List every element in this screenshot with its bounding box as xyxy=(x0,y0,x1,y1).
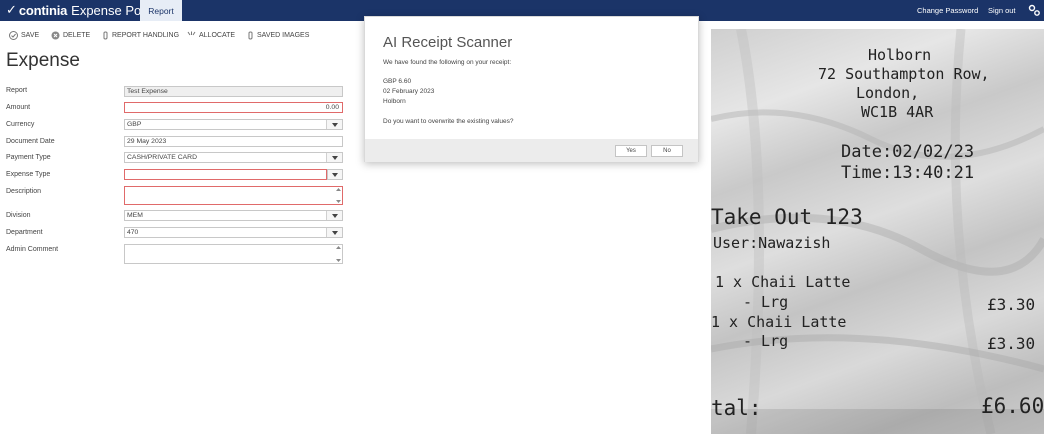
expense-type-select[interactable] xyxy=(124,169,327,180)
department-select[interactable]: 470 xyxy=(124,227,343,238)
admin-comment-textarea[interactable] xyxy=(124,244,343,264)
receipt-line-1: Holborn xyxy=(868,46,932,64)
receipt-takeout: Take Out 123 xyxy=(711,205,863,229)
receipt-date: Date:02/02/23 xyxy=(841,142,975,162)
admin-comment-label: Admin Comment xyxy=(6,246,59,253)
scroll-down-icon xyxy=(335,259,341,262)
yes-button[interactable]: Yes xyxy=(615,145,647,157)
division-value: MEM xyxy=(127,212,143,219)
receipt-item-1-size: - Lrg xyxy=(743,293,789,311)
scroll-up-icon xyxy=(335,246,341,249)
save-label: SAVE xyxy=(21,31,40,39)
scroll-up-icon xyxy=(335,188,341,191)
delete-label: DELETE xyxy=(63,31,91,39)
dialog-footer: Yes No xyxy=(365,139,698,162)
payment-type-label: Payment Type xyxy=(6,154,51,161)
page-title: Expense xyxy=(6,50,80,71)
receipt-line-4: WC1B 4AR xyxy=(861,103,934,121)
scroll-down-icon xyxy=(335,200,341,203)
receipt-item-1-price: £3.30 xyxy=(987,295,1036,314)
chevron-down-icon xyxy=(328,170,342,179)
receipt-image: Holborn 72 Southampton Row, London, WC1B… xyxy=(711,29,1044,434)
expense-type-dropdown-button[interactable] xyxy=(327,169,343,180)
report-field: Test Expense xyxy=(124,86,343,97)
sign-out-link[interactable]: Sign out xyxy=(988,0,1016,21)
division-select[interactable]: MEM xyxy=(124,210,343,221)
amount-field[interactable]: 0.00 xyxy=(124,102,343,113)
save-icon xyxy=(9,30,18,40)
currency-label: Currency xyxy=(6,121,35,128)
chevron-down-icon[interactable] xyxy=(326,211,342,220)
chevron-down-icon[interactable] xyxy=(326,120,342,129)
dialog-found-amount: GBP 6.60 xyxy=(383,78,412,85)
dialog-found-merchant: Holborn xyxy=(383,98,406,105)
receipt-item-2-size: - Lrg xyxy=(743,332,789,350)
payment-type-value: CASH/PRIVATE CARD xyxy=(127,154,197,161)
receipt-time: Time:13:40:21 xyxy=(841,163,975,183)
department-label: Department xyxy=(6,229,43,236)
tab-report[interactable]: Report xyxy=(140,0,182,21)
document-date-field[interactable]: 29 May 2023 xyxy=(124,136,343,147)
payment-type-select[interactable]: CASH/PRIVATE CARD xyxy=(124,152,343,163)
chevron-down-icon[interactable] xyxy=(326,228,342,237)
receipt-user: User:Nawazish xyxy=(713,234,831,252)
saved-images-label: SAVED IMAGES xyxy=(257,31,310,39)
chevron-down-icon[interactable] xyxy=(326,153,342,162)
dialog-question: Do you want to overwrite the existing va… xyxy=(383,118,514,125)
receipt-item-2: 1 x Chaii Latte xyxy=(711,313,847,331)
saved-images-button[interactable]: SAVED IMAGES xyxy=(247,29,309,41)
dialog-intro: We have found the following on your rece… xyxy=(383,59,512,66)
description-textarea[interactable] xyxy=(124,186,343,205)
allocate-icon xyxy=(187,31,196,35)
document-date-label: Document Date xyxy=(6,138,55,145)
allocate-label: ALLOCATE xyxy=(199,31,236,39)
report-label: Report xyxy=(6,87,28,94)
currency-value: GBP xyxy=(127,121,142,128)
allocate-button[interactable]: ALLOCATE xyxy=(187,29,235,41)
no-button[interactable]: No xyxy=(651,145,683,157)
department-value: 470 xyxy=(127,229,139,236)
receipt-line-3: London, xyxy=(856,84,920,102)
receipt-total-label: tal: xyxy=(711,396,762,420)
expense-type-label: Expense Type xyxy=(6,171,51,178)
paperclip-icon xyxy=(103,30,108,40)
change-password-link[interactable]: Change Password xyxy=(917,0,978,21)
continia-logo[interactable]: ✓ continia Expense Portal xyxy=(6,2,159,19)
division-label: Division xyxy=(6,212,31,219)
continia-logo-mark-icon: ✓ xyxy=(6,3,17,18)
logo-brand: continia xyxy=(18,3,68,18)
receipt-total: £6.60 xyxy=(981,394,1044,418)
report-handling-label: REPORT HANDLING xyxy=(112,31,180,39)
settings-gear-icon[interactable] xyxy=(1028,4,1041,17)
report-handling-button[interactable]: REPORT HANDLING xyxy=(102,29,179,41)
save-button[interactable]: SAVE xyxy=(9,29,39,41)
paperclip-icon xyxy=(248,30,253,40)
delete-button[interactable]: DELETE xyxy=(51,29,90,41)
dialog-title: AI Receipt Scanner xyxy=(383,34,513,51)
currency-select[interactable]: GBP xyxy=(124,119,343,130)
textarea-scrollbar[interactable] xyxy=(334,187,342,204)
ai-receipt-scanner-dialog: AI Receipt Scanner We have found the fol… xyxy=(364,16,699,162)
receipt-item-2-price: £3.30 xyxy=(987,334,1036,353)
delete-icon xyxy=(51,31,60,39)
amount-label: Amount xyxy=(6,104,31,111)
receipt-item-1: 1 x Chaii Latte xyxy=(715,273,851,291)
dialog-found-date: 02 February 2023 xyxy=(383,88,435,95)
receipt-line-2: 72 Southampton Row, xyxy=(818,65,990,83)
textarea-scrollbar[interactable] xyxy=(334,245,342,263)
description-label: Description xyxy=(6,188,42,195)
